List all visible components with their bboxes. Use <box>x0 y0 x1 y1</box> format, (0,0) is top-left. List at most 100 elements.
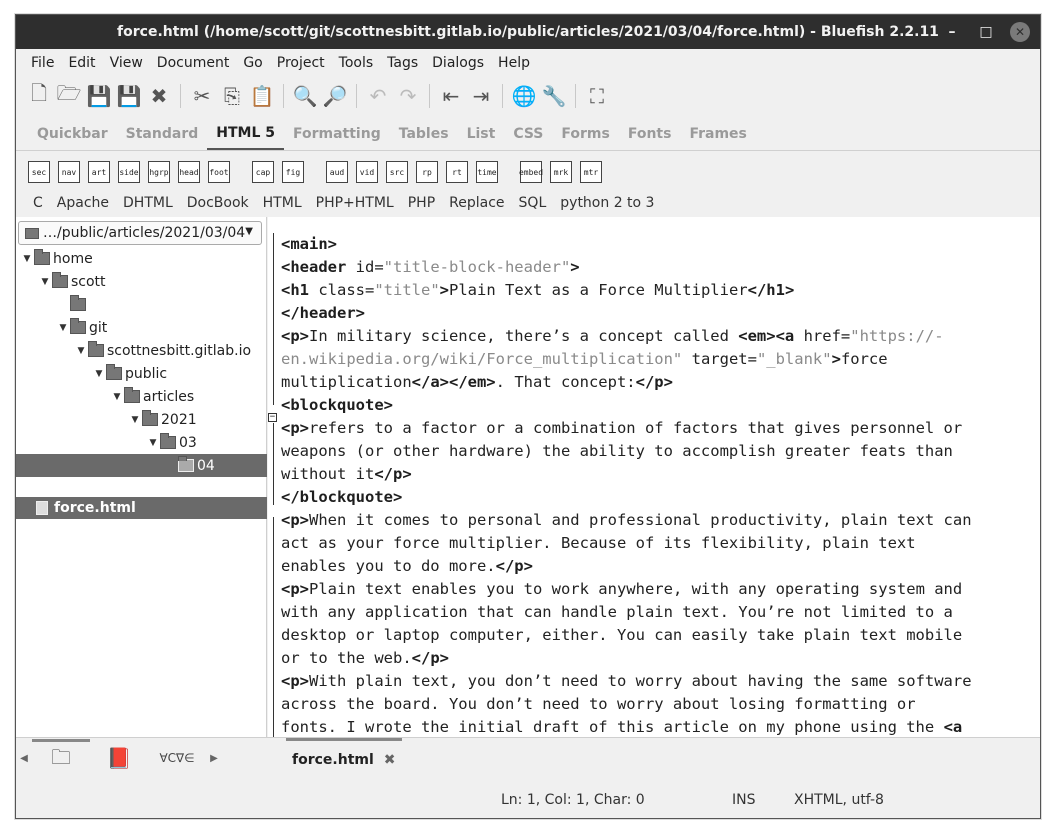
scroll-left-icon[interactable]: ◀ <box>16 753 32 764</box>
indent-icon[interactable]: ⇥ <box>469 84 493 108</box>
snippet-php[interactable]: PHP <box>401 195 442 211</box>
tree-node[interactable]: 04 <box>16 454 267 477</box>
unindent-icon[interactable]: ⇤ <box>439 84 463 108</box>
expanded-arrow-icon[interactable]: ▼ <box>38 277 52 287</box>
tree-node[interactable]: ▼ articles <box>16 385 267 408</box>
document-tab[interactable]: force.html ✖ <box>286 738 402 778</box>
html5-mtr-icon[interactable]: mtr <box>580 161 602 183</box>
undo-icon[interactable]: ↶ <box>366 84 390 108</box>
menu-edit[interactable]: Edit <box>61 55 102 71</box>
expanded-arrow-icon[interactable]: ▼ <box>56 323 70 333</box>
html5-src-icon[interactable]: src <box>386 161 408 183</box>
snippet-dhtml[interactable]: DHTML <box>116 195 180 211</box>
menu-view[interactable]: View <box>103 55 150 71</box>
code-content[interactable]: <main> <header id="title-block-header"> <h… <box>281 233 1036 737</box>
tree-node[interactable]: ▼ 03 <box>16 431 267 454</box>
html5-hgrp-icon[interactable]: hgrp <box>148 161 170 183</box>
html5-fig-icon[interactable]: fig <box>282 161 304 183</box>
new-file-icon[interactable]: 🗋 <box>27 81 51 108</box>
html5-cap-icon[interactable]: cap <box>252 161 274 183</box>
expanded-arrow-icon[interactable]: ▼ <box>128 415 142 425</box>
maximize-button[interactable]: □ <box>976 22 996 42</box>
fold-toggle[interactable]: − <box>268 413 277 422</box>
document-encoding[interactable]: XHTML, utf-8 <box>794 792 884 808</box>
charmap-icon[interactable]: ∀C∇∈ <box>148 739 206 777</box>
snippet-html[interactable]: HTML <box>256 195 309 211</box>
snippet-replace[interactable]: Replace <box>442 195 511 211</box>
menu-dialogs[interactable]: Dialogs <box>425 55 491 71</box>
tree-node[interactable] <box>16 293 267 316</box>
tree-node[interactable]: ▼ home <box>16 247 267 270</box>
preferences-icon[interactable]: 🔧 <box>542 84 567 108</box>
find-icon[interactable]: 🔍 <box>293 84 318 108</box>
snippet-python-2-to-3[interactable]: python 2 to 3 <box>553 195 661 211</box>
tree-node[interactable]: ▼ 2021 <box>16 408 267 431</box>
html5-head-icon[interactable]: head <box>178 161 200 183</box>
redo-icon[interactable]: ↷ <box>396 84 420 108</box>
snippet-sql[interactable]: SQL <box>512 195 554 211</box>
tab-forms[interactable]: Forms <box>552 118 618 150</box>
tree-node[interactable]: ▼ public <box>16 362 267 385</box>
html5-embed-icon[interactable]: embed <box>519 161 543 183</box>
expanded-arrow-icon[interactable]: ▼ <box>20 254 34 264</box>
expanded-arrow-icon[interactable]: ▼ <box>74 346 88 356</box>
close-tab-icon[interactable]: ✖ <box>384 752 396 768</box>
html5-rt-icon[interactable]: rt <box>446 161 468 183</box>
open-folder-icon[interactable]: 🗁 <box>57 81 82 108</box>
tab-css[interactable]: CSS <box>504 118 552 150</box>
menu-tools[interactable]: Tools <box>332 55 381 71</box>
save-icon[interactable]: 💾 <box>87 84 112 108</box>
tab-tables[interactable]: Tables <box>390 118 458 150</box>
close-icon[interactable]: ✖ <box>147 84 171 108</box>
tree-node[interactable]: ▼ scott <box>16 270 267 293</box>
menu-file[interactable]: File <box>24 55 61 71</box>
html5-vid-icon[interactable]: vid <box>356 161 378 183</box>
html5-time-icon[interactable]: time <box>476 161 498 183</box>
preview-icon[interactable]: 🌐 <box>512 84 537 108</box>
html5-aud-icon[interactable]: aud <box>326 161 348 183</box>
html5-side-icon[interactable]: side <box>118 161 140 183</box>
snippet-c[interactable]: C <box>26 195 50 211</box>
html5-rp-icon[interactable]: rp <box>416 161 438 183</box>
tree-node[interactable]: ▼ scottnesbitt.gitlab.io <box>16 339 267 362</box>
scroll-right-icon[interactable]: ▶ <box>206 753 222 764</box>
tab-list[interactable]: List <box>458 118 505 150</box>
tab-frames[interactable]: Frames <box>680 118 755 150</box>
html5-nav-icon[interactable]: nav <box>58 161 80 183</box>
save-as-icon[interactable]: 💾 <box>117 84 142 108</box>
html5-art-icon[interactable]: art <box>88 161 110 183</box>
tab-formatting[interactable]: Formatting <box>284 118 390 150</box>
fullscreen-icon[interactable]: ⛶ <box>585 84 609 108</box>
file-item[interactable]: force.html <box>16 497 267 519</box>
folder-icon[interactable]: 🗀 <box>32 739 90 777</box>
html5-sec-icon[interactable]: sec <box>28 161 50 183</box>
tab-html-5[interactable]: HTML 5 <box>207 118 284 150</box>
menu-tags[interactable]: Tags <box>380 55 425 71</box>
path-combo[interactable]: …/public/articles/2021/03/04 ▼ <box>18 221 262 245</box>
title-bar[interactable]: force.html (/home/scott/git/scottnesbitt… <box>16 15 1040 49</box>
close-window-button[interactable]: ✕ <box>1010 22 1030 42</box>
menu-project[interactable]: Project <box>270 55 332 71</box>
tab-standard[interactable]: Standard <box>117 118 208 150</box>
cut-icon[interactable]: ✂ <box>190 84 214 108</box>
bookmarks-icon[interactable]: 📕 <box>90 739 148 777</box>
menu-document[interactable]: Document <box>150 55 237 71</box>
html5-mrk-icon[interactable]: mrk <box>550 161 572 183</box>
expanded-arrow-icon[interactable]: ▼ <box>110 392 124 402</box>
html5-foot-icon[interactable]: foot <box>208 161 230 183</box>
menu-go[interactable]: Go <box>236 55 269 71</box>
replace-icon[interactable]: 🔎 <box>323 84 348 108</box>
tab-fonts[interactable]: Fonts <box>619 118 681 150</box>
expanded-arrow-icon[interactable]: ▼ <box>146 438 160 448</box>
snippet-docbook[interactable]: DocBook <box>180 195 256 211</box>
menu-help[interactable]: Help <box>491 55 537 71</box>
code-editor[interactable]: − <main> <header id="title-block-header">… <box>268 217 1040 737</box>
expanded-arrow-icon[interactable]: ▼ <box>92 369 106 379</box>
copy-icon[interactable]: ⎘ <box>220 84 244 108</box>
tree-node[interactable]: ▼ git <box>16 316 267 339</box>
minimize-button[interactable]: – <box>942 22 962 42</box>
snippet-php-html[interactable]: PHP+HTML <box>309 195 401 211</box>
snippet-apache[interactable]: Apache <box>50 195 116 211</box>
paste-icon[interactable]: 📋 <box>250 84 275 108</box>
tab-quickbar[interactable]: Quickbar <box>28 118 117 150</box>
